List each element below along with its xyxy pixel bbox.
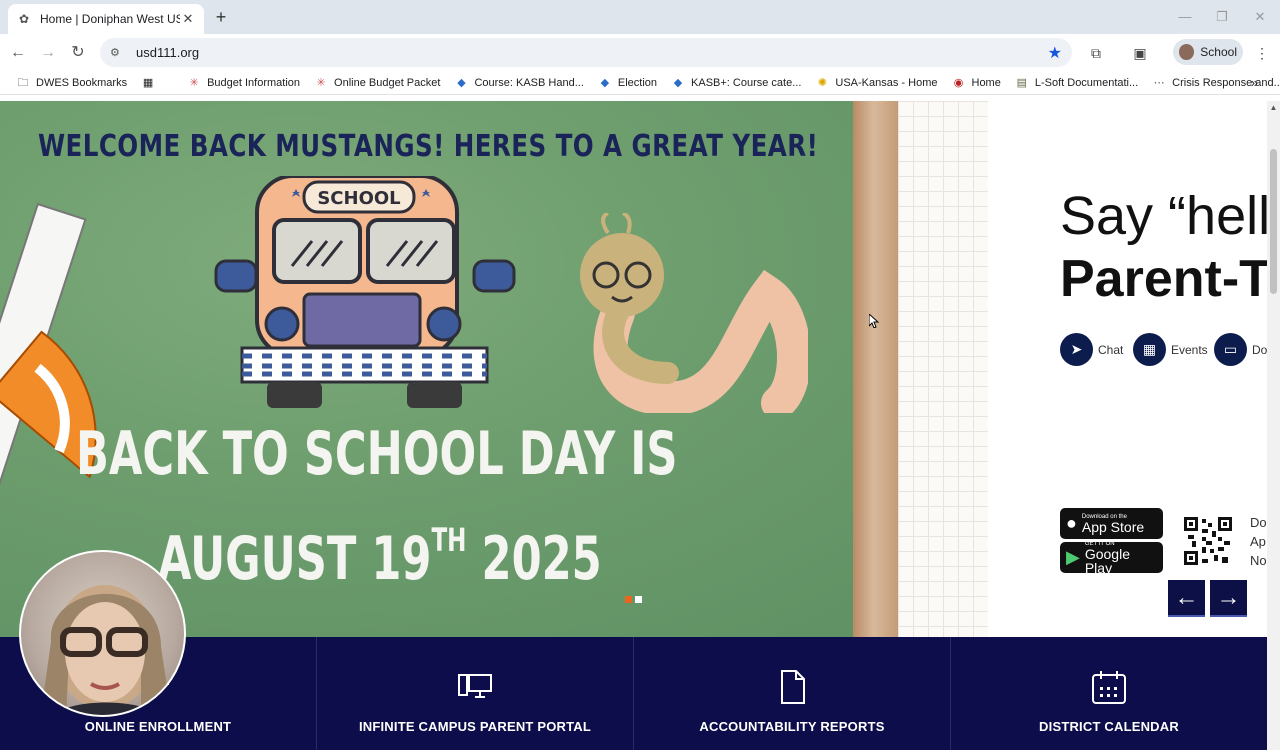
bookmark-item[interactable]: ◉ Home	[952, 76, 1001, 90]
bookmark-star-icon[interactable]: ★	[1048, 43, 1062, 63]
scroll-thumb[interactable]	[1270, 149, 1277, 294]
folder-icon: 🗀	[17, 76, 29, 89]
quick-link-label: ACCOUNTABILITY REPORTS	[699, 719, 885, 734]
new-tab-button[interactable]: +	[212, 8, 230, 26]
apple-icon: ●	[1066, 513, 1077, 533]
promo-slide: Say “hello Parent-T ➤Chat ▦Events ▭Do ● …	[988, 101, 1267, 637]
qr-text-1: Do	[1250, 515, 1267, 530]
banner-edge	[853, 101, 899, 637]
apps-grid-icon: ▦	[142, 76, 154, 89]
qr-text-2: Ap	[1250, 534, 1266, 549]
more-bookmarks-icon[interactable]: »	[1251, 75, 1258, 90]
bookmark-item[interactable]: ◆ Election	[598, 76, 657, 90]
quick-link-district-calendar[interactable]: DISTRICT CALENDAR	[951, 637, 1267, 750]
feature-docs: ▭ Do	[1214, 333, 1267, 366]
address-bar[interactable]: ⚙ usd111.org ★	[100, 38, 1072, 67]
calendar-icon	[1092, 671, 1126, 704]
web-page: WELCOME BACK MUSTANGS! HERES TO A GREAT …	[0, 101, 1267, 750]
bookmark-item[interactable]: ✳ Online Budget Packet	[314, 76, 440, 90]
promo-hello: Say “hello	[1060, 186, 1267, 246]
bookmark-icon: ✳	[189, 76, 199, 89]
bookmark-icon: ◆	[457, 76, 466, 89]
reload-icon[interactable]: ↻	[67, 42, 89, 64]
quick-link-label: ONLINE ENROLLMENT	[84, 719, 232, 734]
quick-links-bar: ONLINE ENROLLMENT INFINITE CAMPUS PARENT…	[0, 637, 1267, 750]
close-tab-icon[interactable]: ✕	[180, 11, 196, 27]
restore-icon[interactable]: ❐	[1213, 8, 1231, 26]
bookmark-icon: ⋯	[1153, 76, 1165, 89]
tab-search-icon[interactable]: ▣	[1130, 43, 1150, 63]
profile-label: School	[1200, 45, 1237, 59]
bookmark-icon: ◉	[953, 76, 964, 89]
feature-chat: ➤ Chat	[1060, 333, 1123, 366]
qr-code	[1184, 517, 1232, 565]
quick-link-accountability[interactable]: ACCOUNTABILITY REPORTS	[634, 637, 951, 750]
bookmark-item[interactable]: ▤ L-Soft Documentati...	[1015, 76, 1139, 90]
slide-dot[interactable]	[635, 596, 642, 603]
svg-text:SCHOOL: SCHOOL	[317, 188, 400, 209]
grid-paper	[898, 101, 988, 637]
extensions-icon[interactable]: ⧉	[1086, 43, 1106, 63]
apps-button[interactable]: ▦	[141, 76, 161, 90]
mouse-cursor-icon	[869, 314, 879, 328]
slide-indicators	[625, 596, 642, 603]
document-icon	[781, 670, 805, 704]
google-play-badge[interactable]: ▶ GET IT ON Google Play	[1060, 541, 1163, 575]
browser-toolbar: ← → ↻ ⚙ usd111.org ★ ⧉ ▣ School ⋮	[0, 34, 1280, 71]
calendar-icon: ▦	[1133, 333, 1166, 366]
menu-icon[interactable]: ⋮	[1252, 43, 1272, 63]
close-window-icon[interactable]: ✕	[1251, 8, 1269, 26]
date-text: AUGUST 19TH 2025	[158, 521, 602, 594]
browser-tab[interactable]: ✿ Home | Doniphan West USD 11 ✕	[8, 4, 204, 34]
bookmark-item[interactable]: ✳ Budget Information	[187, 76, 300, 90]
profile-button[interactable]: School	[1173, 39, 1243, 65]
scroll-up-icon[interactable]: ▲	[1269, 103, 1278, 112]
site-info-icon[interactable]: ⚙	[110, 46, 126, 59]
hero-slide: WELCOME BACK MUSTANGS! HERES TO A GREAT …	[0, 101, 988, 637]
play-icon: ▶	[1066, 547, 1080, 567]
bookmark-item[interactable]: ◆ Course: KASB Hand...	[454, 76, 584, 90]
promo-parent: Parent-T	[1060, 250, 1267, 308]
bookmarks-bar: 🗀 DWES Bookmarks ▦ ✳ Budget Information ✳ O…	[0, 71, 1280, 95]
forward-icon[interactable]: →	[37, 42, 59, 64]
bookmark-item[interactable]: ✺ USA-Kansas - Home	[815, 76, 938, 90]
sun-icon: ✺	[817, 76, 828, 89]
presenter-video	[41, 585, 171, 715]
quick-link-label: INFINITE CAMPUS PARENT PORTAL	[358, 719, 592, 734]
worm-icon	[580, 213, 808, 413]
back-icon[interactable]: ←	[7, 42, 29, 64]
next-slide-button[interactable]: →	[1210, 580, 1247, 617]
bookmark-icon: ▤	[1016, 76, 1028, 89]
bookmark-icon: ◆	[673, 76, 683, 89]
quick-link-parent-portal[interactable]: INFINITE CAMPUS PARENT PORTAL	[317, 637, 634, 750]
slide-dot-active[interactable]	[625, 596, 632, 603]
quick-link-label: DISTRICT CALENDAR	[1039, 719, 1179, 734]
page-scrollbar[interactable]: ▲	[1267, 101, 1280, 750]
bookmark-item[interactable]: ◆ KASB+: Course cate...	[671, 76, 802, 90]
back-to-school-text: BACK TO SCHOOL DAY IS	[76, 419, 678, 489]
folder-icon: ▭	[1214, 333, 1247, 366]
computer-icon	[458, 674, 492, 698]
chat-icon: ➤	[1060, 333, 1093, 366]
url-text[interactable]: usd111.org	[136, 45, 1048, 60]
minimize-icon[interactable]: —	[1176, 8, 1194, 26]
webcam-overlay	[19, 550, 186, 717]
bookmark-folder[interactable]: 🗀 DWES Bookmarks	[16, 76, 128, 90]
school-bus-icon: SCHOOL	[214, 176, 516, 408]
app-store-badge[interactable]: ● Download on the App Store	[1060, 508, 1163, 539]
avatar	[1179, 44, 1195, 60]
bookmark-icon: ✳	[316, 76, 326, 89]
site-favicon-icon: ✿	[18, 12, 30, 26]
prev-slide-button[interactable]: ←	[1168, 580, 1205, 617]
tab-title: Home | Doniphan West USD 11	[40, 12, 180, 26]
welcome-heading: WELCOME BACK MUSTANGS! HERES TO A GREAT …	[38, 129, 819, 164]
feature-events: ▦ Events	[1133, 333, 1208, 366]
qr-text-3: No	[1250, 553, 1267, 568]
bookmark-icon: ◆	[600, 76, 610, 89]
bookmark-item[interactable]: ⋯ Crisis Response and...	[1152, 76, 1280, 90]
tab-strip: ✿ Home | Doniphan West USD 11 ✕ + — ❐ ✕	[0, 0, 1280, 34]
